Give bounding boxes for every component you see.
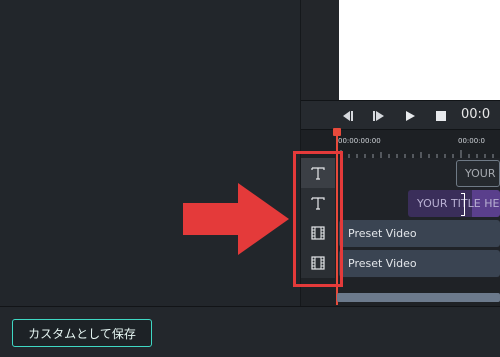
previous-frame-button[interactable] [339, 108, 355, 124]
highlight-box [293, 151, 343, 287]
preview-canvas [339, 0, 500, 100]
video-clip-label: Preset Video [348, 257, 417, 270]
step-back-icon [343, 111, 353, 121]
step-forward-icon [373, 111, 384, 121]
title-clip[interactable]: YOUR [456, 160, 500, 187]
left-panel [0, 0, 301, 306]
title-clip-label: YOUR [465, 167, 496, 180]
playback-controls: 00:0 [301, 100, 500, 130]
video-clip[interactable]: Preset Video [339, 250, 500, 277]
timeline-scrollbar[interactable] [337, 293, 500, 302]
preview-margin [301, 0, 339, 100]
title-clip-label: YOUR TITLE HE [417, 197, 500, 210]
stop-button[interactable] [433, 108, 449, 124]
clip-trim-handle[interactable] [461, 193, 465, 216]
next-frame-button[interactable] [371, 108, 387, 124]
play-icon [406, 111, 415, 121]
video-clip-label: Preset Video [348, 227, 417, 240]
time-readout: 00:0 [461, 107, 491, 122]
arrow-right-icon [183, 183, 289, 255]
play-button[interactable] [402, 108, 418, 124]
save-as-custom-button[interactable]: カスタムとして保存 [12, 319, 152, 347]
stop-icon [436, 111, 446, 121]
video-clip[interactable]: Preset Video [339, 220, 500, 247]
bottom-bar: カスタムとして保存 [0, 306, 500, 357]
title-clip-selected[interactable]: YOUR TITLE HE [408, 190, 500, 217]
